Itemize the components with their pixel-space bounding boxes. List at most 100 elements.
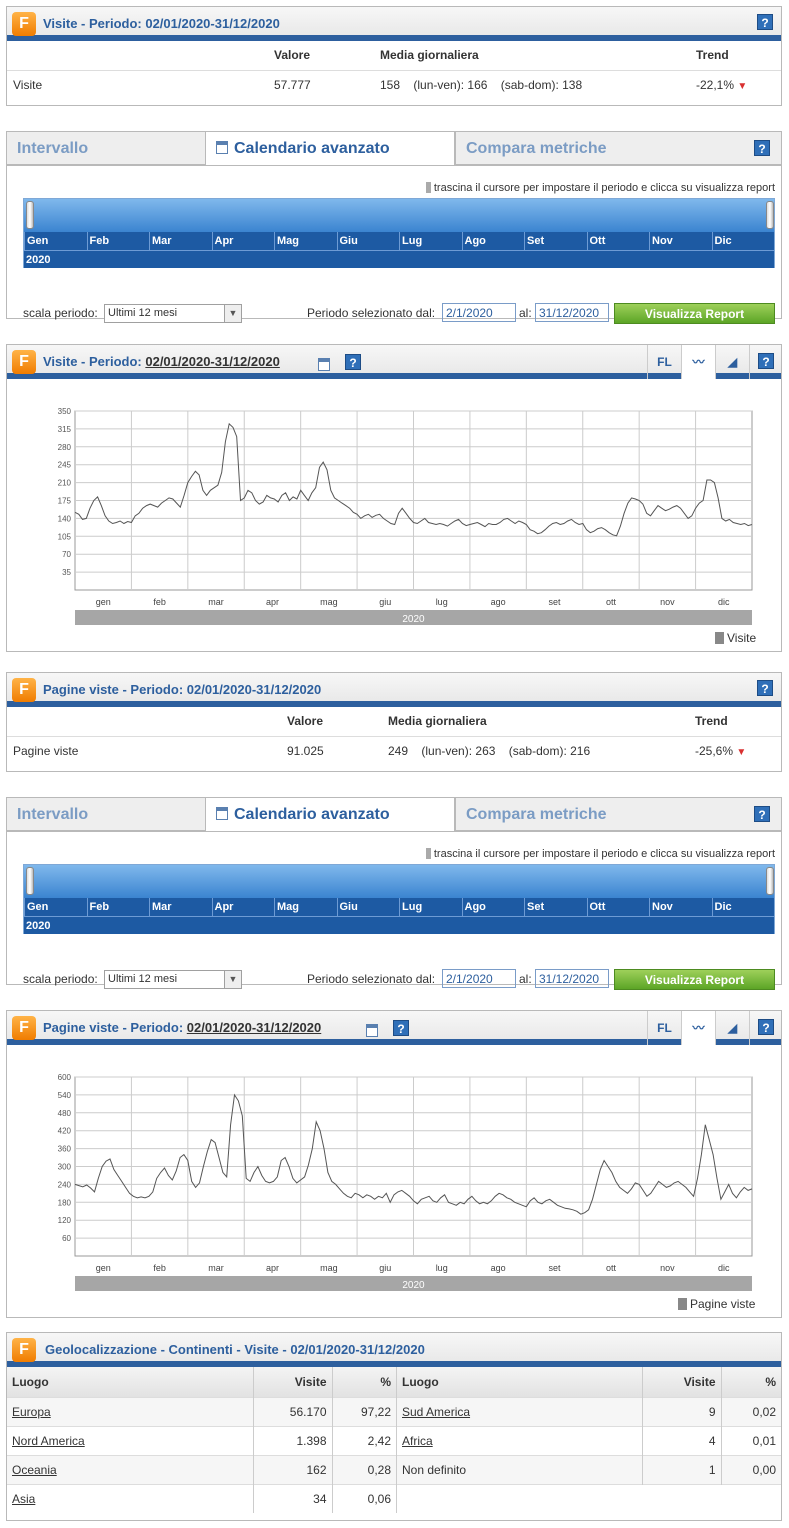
slider-handle-start[interactable] (26, 867, 34, 895)
x-tick-label: feb (153, 1263, 166, 1273)
help-icon[interactable]: ? (393, 1020, 409, 1036)
chart-legend: Visite (715, 631, 756, 645)
legend-label: Pagine viste (690, 1297, 756, 1311)
title-prefix: Pagine viste - Periodo: (43, 1020, 184, 1035)
place-link[interactable]: Africa (402, 1434, 433, 1448)
month-label: Ago (461, 898, 525, 916)
y-tick-label: 105 (58, 532, 72, 541)
help-icon[interactable]: ? (754, 140, 770, 156)
year-label: 2020 (402, 1280, 425, 1291)
help-icon[interactable]: ? (757, 14, 773, 30)
calendar-icon (216, 141, 228, 154)
pct-cell: 0,01 (721, 1425, 781, 1455)
x-tick-label: mar (208, 1263, 224, 1273)
row-label: Pagine viste (13, 743, 79, 758)
month-label: Ott (586, 898, 650, 916)
f-logo-icon: F (12, 12, 36, 36)
f-logo-icon: F (12, 1338, 36, 1362)
tab-interval[interactable]: Intervallo (6, 131, 206, 165)
help-icon[interactable]: ? (754, 806, 770, 822)
header-visits: Visite (642, 1367, 722, 1397)
month-label: Lug (399, 232, 462, 250)
avg-value: 249 (388, 743, 409, 758)
title-period-link[interactable]: 02/01/2020-31/12/2020 (145, 354, 279, 369)
tab-interval[interactable]: Intervallo (6, 797, 206, 831)
f-logo-icon: F (12, 350, 36, 374)
place-link[interactable]: Oceania (12, 1463, 57, 1477)
fl-button[interactable]: FL (647, 1011, 681, 1045)
tab-advanced-calendar[interactable]: Calendario avanzato (205, 131, 455, 166)
area-chart-icon[interactable]: ◢ (715, 345, 749, 379)
from-date-input[interactable]: 2/1/2020 (442, 969, 516, 988)
scale-label: scala periodo: (23, 306, 98, 320)
calendar-icon[interactable] (318, 358, 330, 371)
help-icon: ? (758, 1019, 774, 1035)
panel-title: Pagine viste - Periodo: 02/01/2020-31/12… (43, 1020, 321, 1035)
visits-cell: 34 (253, 1483, 333, 1513)
place-link[interactable]: Nord America (12, 1434, 85, 1448)
table-row: Asia 34 0,06 (7, 1483, 397, 1513)
title-period-link[interactable]: 02/01/2020-31/12/2020 (187, 1020, 321, 1035)
tab-compare-metrics[interactable]: Compara metriche ? (455, 131, 782, 165)
y-tick-label: 300 (58, 1163, 72, 1172)
line-chart-icon[interactable]: 〰 (681, 345, 715, 379)
header-place: Luogo (7, 1367, 254, 1397)
calendar-panel: Intervallo Calendario avanzato Compara m… (6, 797, 782, 990)
scale-select[interactable]: Ultimi 12 mesi ▼ (104, 304, 242, 323)
view-report-button[interactable]: Visualizza Report (614, 303, 775, 324)
tab-label: Calendario avanzato (234, 806, 390, 823)
y-tick-label: 120 (58, 1216, 72, 1225)
to-date-input[interactable]: 31/12/2020 (535, 969, 609, 988)
scale-select[interactable]: Ultimi 12 mesi ▼ (104, 970, 242, 989)
tab-advanced-calendar[interactable]: Calendario avanzato (205, 797, 455, 832)
view-report-button[interactable]: Visualizza Report (614, 969, 775, 990)
avg-weekend: (sab-dom): 216 (508, 743, 591, 758)
visits-chart-panel: F Visite - Periodo: 02/01/2020-31/12/202… (6, 344, 782, 652)
panel-header: F Visite - Periodo: 02/01/2020-31/12/202… (7, 345, 781, 379)
fl-button[interactable]: FL (647, 345, 681, 379)
x-tick-label: ott (606, 597, 617, 607)
pct-cell: 0,02 (721, 1396, 781, 1426)
table-row: Oceania 162 0,28 (7, 1454, 397, 1484)
y-tick-label: 140 (58, 514, 72, 523)
slider-handle-end[interactable] (766, 867, 774, 895)
x-tick-label: giu (379, 1263, 391, 1273)
f-logo-icon: F (12, 678, 36, 702)
avg-weekdays: (lun-ven): 263 (421, 743, 496, 758)
month-label: Gen (24, 898, 87, 916)
help-tool[interactable]: ? (749, 1011, 783, 1045)
slider-handle-end[interactable] (766, 201, 774, 229)
x-tick-label: giu (379, 597, 391, 607)
to-date-input[interactable]: 31/12/2020 (535, 303, 609, 322)
visits-cell: 1.398 (253, 1425, 333, 1455)
table-row: Africa 4 0,01 (397, 1425, 781, 1455)
help-icon[interactable]: ? (757, 680, 773, 696)
header-visits: Visite (253, 1367, 333, 1397)
table-row: Sud America 9 0,02 (397, 1396, 781, 1426)
help-icon[interactable]: ? (345, 354, 361, 370)
header-pct: % (332, 1367, 397, 1397)
x-tick-label: gen (96, 597, 111, 607)
help-tool[interactable]: ? (749, 345, 783, 379)
from-date-input[interactable]: 2/1/2020 (442, 303, 516, 322)
x-tick-label: feb (153, 597, 166, 607)
help-icon: ? (758, 353, 774, 369)
area-chart-icon[interactable]: ◢ (715, 1011, 749, 1045)
x-tick-label: ago (491, 597, 506, 607)
place-link[interactable]: Asia (12, 1492, 35, 1506)
place-link[interactable]: Europa (12, 1405, 51, 1419)
line-chart-icon[interactable]: 〰 (681, 1011, 715, 1045)
header-avg: Media giornaliera (380, 41, 696, 71)
calendar-icon (216, 807, 228, 820)
title-prefix: Visite - Periodo: (43, 354, 142, 369)
header-value: Valore (274, 41, 380, 71)
tab-label: Compara metriche (466, 140, 607, 157)
period-slider[interactable]: Gen Feb Mar Apr Mag Giu Lug Ago Set Ott … (23, 198, 775, 268)
tab-compare-metrics[interactable]: Compara metriche ? (455, 797, 782, 831)
y-tick-label: 360 (58, 1145, 72, 1154)
place-link[interactable]: Sud America (402, 1405, 470, 1419)
period-slider[interactable]: Gen Feb Mar Apr Mag Giu Lug Ago Set Ott … (23, 864, 775, 934)
slider-handle-start[interactable] (26, 201, 34, 229)
period-label: Periodo selezionato dal: (307, 972, 436, 986)
calendar-icon[interactable] (366, 1024, 378, 1037)
